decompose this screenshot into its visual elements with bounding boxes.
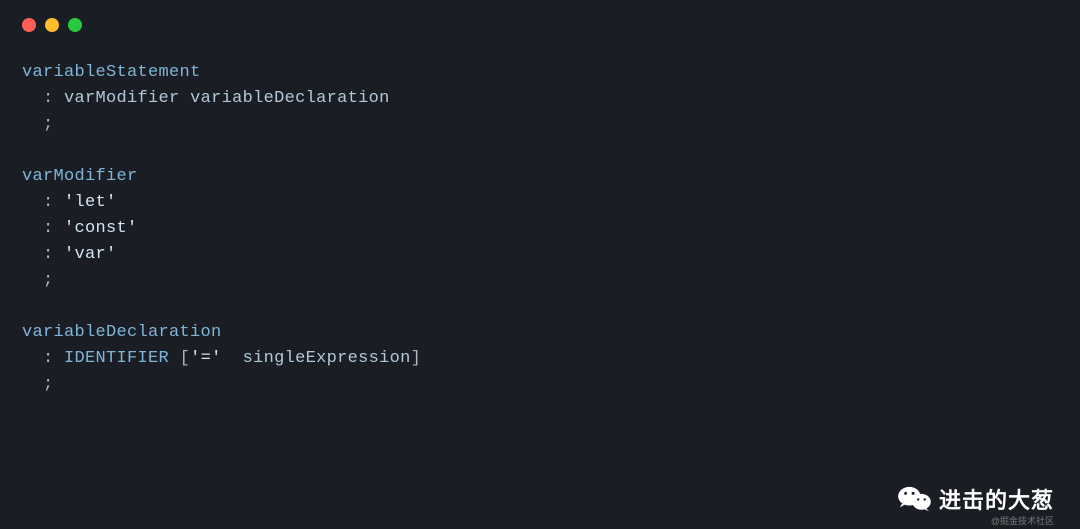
- code-area: variableStatement : varModifier variable…: [0, 32, 1080, 398]
- maximize-window-dot[interactable]: [68, 18, 82, 32]
- watermark: 进击的大葱: [897, 483, 1054, 515]
- code-line: [22, 294, 1058, 320]
- code-line: : 'var': [22, 242, 1058, 268]
- minimize-window-dot[interactable]: [45, 18, 59, 32]
- code-line: : varModifier variableDeclaration: [22, 86, 1058, 112]
- watermark-sub: @掘金技术社区: [991, 514, 1054, 527]
- code-line: ;: [22, 268, 1058, 294]
- code-line: [22, 138, 1058, 164]
- code-line: variableDeclaration: [22, 320, 1058, 346]
- code-line: ;: [22, 372, 1058, 398]
- code-line: ;: [22, 112, 1058, 138]
- code-line: : 'const': [22, 216, 1058, 242]
- code-line: varModifier: [22, 164, 1058, 190]
- window-controls: [0, 0, 1080, 32]
- code-line: : IDENTIFIER ['=' singleExpression]: [22, 346, 1058, 372]
- watermark-text: 进击的大葱: [939, 483, 1054, 515]
- close-window-dot[interactable]: [22, 18, 36, 32]
- code-line: : 'let': [22, 190, 1058, 216]
- wechat-icon: [897, 485, 931, 513]
- code-line: variableStatement: [22, 60, 1058, 86]
